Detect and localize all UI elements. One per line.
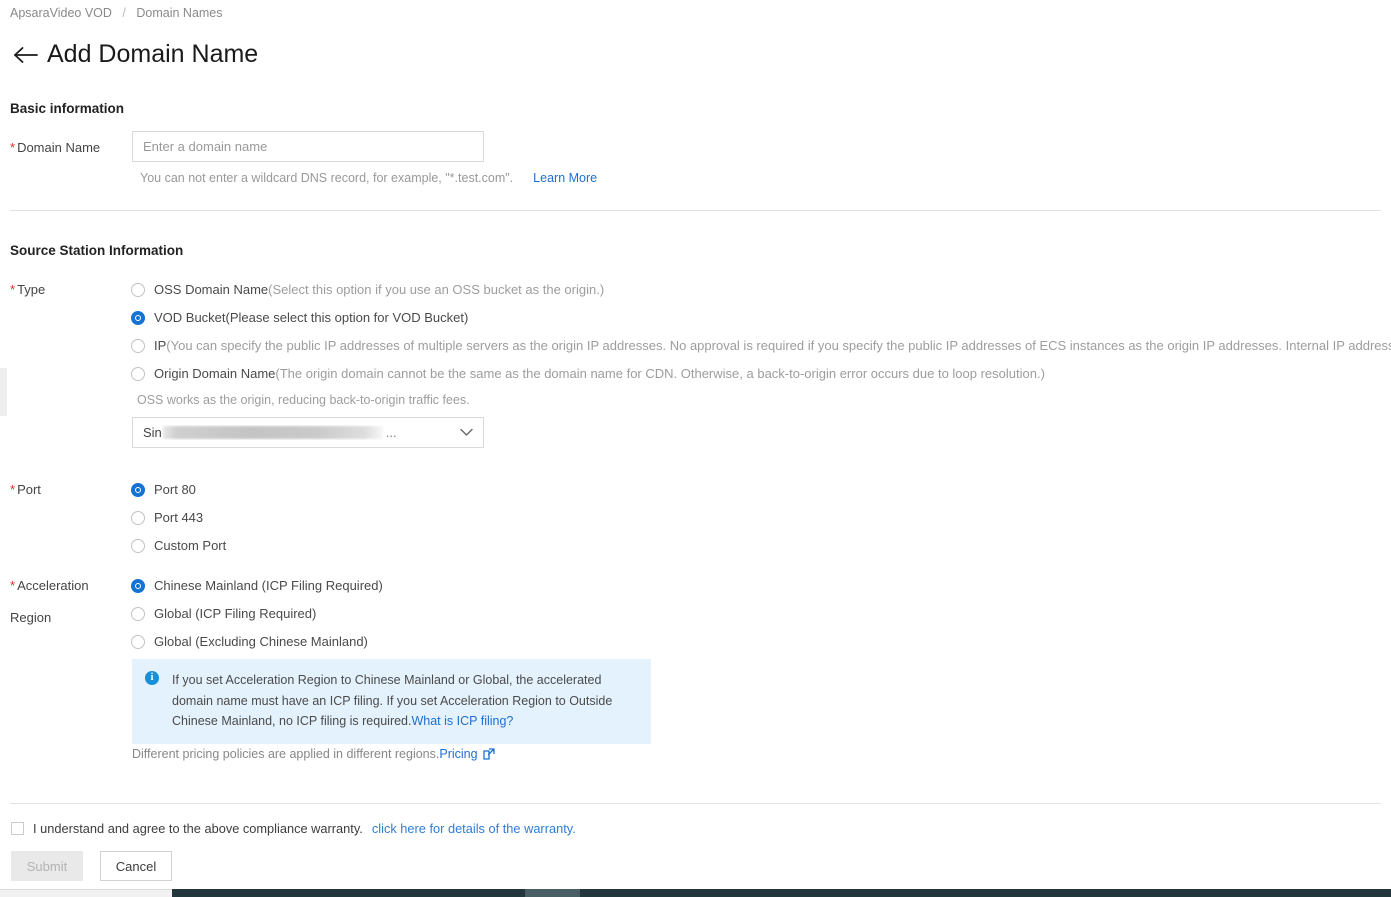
radio-label-global-icp: Global (ICP Filing Required)	[154, 606, 317, 621]
required-marker-type: *	[10, 282, 16, 297]
section-divider-1	[10, 210, 1381, 211]
learn-more-link[interactable]: Learn More	[533, 171, 597, 185]
radio-indicator-port-443[interactable]	[131, 511, 145, 525]
domain-name-helper: You can not enter a wildcard DNS record,…	[140, 171, 597, 185]
radio-global-excluding-mainland[interactable]: Global (Excluding Chinese Mainland)	[131, 634, 368, 649]
radio-label-chinese-mainland: Chinese Mainland (ICP Filing Required)	[154, 578, 383, 593]
pricing-link[interactable]: Pricing	[439, 747, 477, 761]
taskbar-left-panel	[0, 889, 172, 897]
required-marker-port: *	[10, 482, 16, 497]
section-divider-2	[10, 803, 1381, 804]
required-marker: *	[10, 140, 16, 155]
radio-desc-vod-bucket: (Please select this option for VOD Bucke…	[225, 310, 469, 325]
taskbar	[0, 888, 1391, 897]
label-domain-name: * Domain Name	[10, 140, 100, 155]
submit-button[interactable]: Submit	[11, 851, 83, 881]
bucket-select-value-prefix: Sin	[143, 425, 162, 440]
radio-indicator-port-80[interactable]	[131, 483, 145, 497]
radio-indicator-global-icp[interactable]	[131, 607, 145, 621]
radio-indicator-custom-port[interactable]	[131, 539, 145, 553]
chevron-down-icon[interactable]	[449, 428, 483, 437]
radio-custom-port[interactable]: Custom Port	[131, 538, 226, 553]
label-type: * Type	[10, 282, 45, 297]
radio-label-oss-domain-name-text: OSS Domain Name	[154, 282, 269, 297]
origin-note: OSS works as the origin, reducing back-t…	[137, 393, 470, 407]
compliance-agreement-checkbox[interactable]	[11, 822, 24, 835]
section-title-basic-information: Basic information	[10, 101, 125, 116]
info-icon: i	[145, 671, 159, 685]
radio-chinese-mainland[interactable]: Chinese Mainland (ICP Filing Required)	[131, 578, 383, 593]
what-is-icp-filing-link[interactable]: What is ICP filing?	[411, 714, 513, 728]
radio-label-origin-domain-name-text: Origin Domain Name	[154, 366, 276, 381]
icp-filing-alert: i If you set Acceleration Region to Chin…	[132, 659, 651, 744]
radio-label-port-80: Port 80	[154, 482, 196, 497]
radio-label-global-excluding-mainland: Global (Excluding Chinese Mainland)	[154, 634, 368, 649]
icp-filing-alert-text: If you set Acceleration Region to Chines…	[172, 670, 637, 732]
form-actions: Submit Cancel	[11, 851, 172, 881]
radio-indicator-oss-domain-name[interactable]	[131, 283, 145, 297]
label-acceleration-region-line2: Region	[10, 610, 52, 625]
domain-name-input[interactable]	[132, 131, 484, 162]
radio-port-443[interactable]: Port 443	[131, 510, 203, 525]
pricing-note: Different pricing policies are applied i…	[132, 747, 495, 761]
radio-indicator-vod-bucket[interactable]	[131, 311, 145, 325]
radio-indicator-origin-domain-name[interactable]	[131, 367, 145, 381]
section-title-source-station-information: Source Station Information	[10, 243, 184, 258]
bucket-select-value-suffix: ...	[385, 425, 397, 440]
taskbar-active-item[interactable]	[525, 889, 580, 897]
radio-label-oss-domain-name: OSS Domain Name(Select this option if yo…	[154, 282, 604, 297]
label-acceleration-region-line1: * Acceleration	[10, 578, 89, 593]
radio-label-custom-port: Custom Port	[154, 538, 227, 553]
redacted-bucket-name	[162, 426, 383, 439]
icp-filing-alert-body: If you set Acceleration Region to Chines…	[172, 673, 613, 728]
warranty-details-link[interactable]: click here for details of the warranty.	[372, 821, 576, 836]
radio-label-vod-bucket-text: VOD Bucket	[154, 310, 226, 325]
external-link-icon[interactable]	[482, 748, 495, 760]
radio-global-icp[interactable]: Global (ICP Filing Required)	[131, 606, 316, 621]
radio-indicator-chinese-mainland[interactable]	[131, 579, 145, 593]
breadcrumb-current: Domain Names	[136, 6, 223, 20]
pricing-note-text: Different pricing policies are applied i…	[132, 747, 440, 761]
radio-desc-ip: (You can specify the public IP addresses…	[166, 338, 1391, 353]
radio-ip[interactable]: IP(You can specify the public IP address…	[131, 338, 1391, 353]
radio-vod-bucket[interactable]: VOD Bucket(Please select this option for…	[131, 310, 468, 325]
radio-desc-oss-domain-name: (Select this option if you use an OSS bu…	[268, 282, 605, 297]
label-port: * Port	[10, 482, 41, 497]
radio-indicator-global-excluding-mainland[interactable]	[131, 635, 145, 649]
radio-origin-domain-name[interactable]: Origin Domain Name(The origin domain can…	[131, 366, 1045, 381]
scrollbar-thumb[interactable]	[0, 368, 7, 416]
page-title: Add Domain Name	[47, 40, 259, 68]
label-acceleration-region-text1: Acceleration	[17, 578, 89, 593]
radio-label-port-443: Port 443	[154, 510, 204, 525]
cancel-button[interactable]: Cancel	[100, 851, 172, 881]
label-domain-name-text: Domain Name	[17, 140, 101, 155]
domain-name-helper-text: You can not enter a wildcard DNS record,…	[140, 171, 514, 185]
breadcrumb: ApsaraVideo VOD / Domain Names	[10, 6, 223, 20]
page-header: Add Domain Name	[12, 40, 258, 69]
bucket-select-value: Sin...	[133, 425, 449, 440]
radio-label-origin-domain-name: Origin Domain Name(The origin domain can…	[154, 366, 1045, 381]
radio-oss-domain-name[interactable]: OSS Domain Name(Select this option if yo…	[131, 282, 604, 297]
radio-indicator-ip[interactable]	[131, 339, 145, 353]
radio-desc-origin-domain-name: (The origin domain cannot be the same as…	[275, 366, 1045, 381]
radio-label-ip: IP(You can specify the public IP address…	[154, 338, 1391, 353]
label-type-text: Type	[17, 282, 46, 297]
compliance-agreement-row: I understand and agree to the above comp…	[11, 821, 576, 836]
breadcrumb-separator: /	[122, 6, 126, 20]
radio-label-ip-text: IP	[154, 338, 167, 353]
taskbar-dark-strip	[172, 889, 1391, 897]
breadcrumb-root[interactable]: ApsaraVideo VOD	[10, 6, 112, 20]
label-port-text: Port	[17, 482, 41, 497]
radio-port-80[interactable]: Port 80	[131, 482, 196, 497]
arrow-left-icon[interactable]	[12, 41, 39, 68]
radio-label-vod-bucket: VOD Bucket(Please select this option for…	[154, 310, 468, 325]
required-marker-acceleration-region: *	[10, 578, 16, 593]
compliance-agreement-text: I understand and agree to the above comp…	[33, 821, 363, 836]
bucket-select[interactable]: Sin...	[132, 417, 484, 448]
